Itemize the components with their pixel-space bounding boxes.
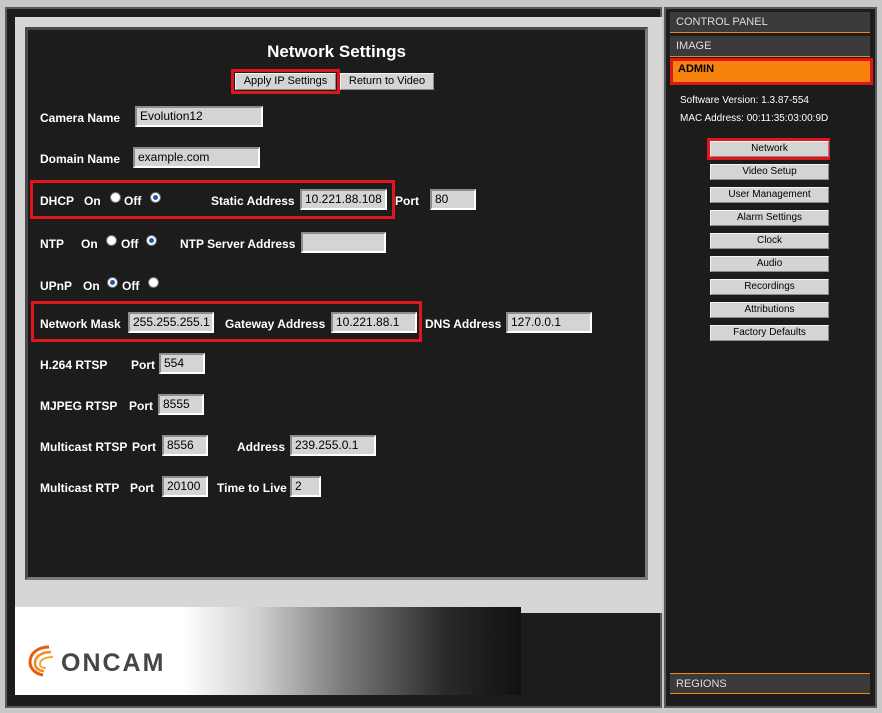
user-management-button[interactable]: User Management: [710, 187, 829, 203]
dhcp-off-radio[interactable]: [150, 192, 161, 203]
dhcp-label: DHCP: [40, 194, 75, 208]
dhcp-on-label: On: [84, 194, 101, 208]
multicast-rtsp-port-field[interactable]: 8556: [162, 435, 208, 456]
image-header[interactable]: IMAGE: [670, 36, 870, 57]
static-address-field[interactable]: 10.221.88.108: [300, 189, 387, 210]
video-setup-button[interactable]: Video Setup: [710, 164, 829, 180]
regions-header[interactable]: REGIONS: [670, 673, 870, 694]
mjpeg-rtsp-label: MJPEG RTSP: [40, 399, 118, 413]
network-button[interactable]: Network: [710, 141, 829, 157]
h264-port-label: Port: [131, 358, 155, 372]
dns-address-label: DNS Address: [425, 317, 502, 331]
return-to-video-button[interactable]: Return to Video: [340, 73, 434, 90]
multicast-rtsp-label: Multicast RTSP: [40, 440, 128, 454]
control-panel-header[interactable]: CONTROL PANEL: [670, 12, 870, 33]
multicast-address-label: Address: [237, 440, 286, 454]
multicast-address-field[interactable]: 239.255.0.1: [290, 435, 376, 456]
mac-address: MAC Address: 00:11:35:03:00:9D: [680, 113, 829, 124]
upnp-off-radio[interactable]: [148, 277, 159, 288]
network-mask-label: Network Mask: [40, 317, 121, 331]
network-mask-field[interactable]: 255.255.255.1: [128, 312, 214, 333]
dns-address-field[interactable]: 127.0.0.1: [506, 312, 592, 333]
apply-ip-settings-button[interactable]: Apply IP Settings: [235, 73, 336, 90]
clock-button[interactable]: Clock: [710, 233, 829, 249]
multicast-rtp-port-label: Port: [130, 481, 154, 495]
time-to-live-label: Time to Live: [217, 481, 287, 495]
static-address-label: Static Address: [211, 194, 295, 208]
domain-name-label: Domain Name: [40, 152, 121, 166]
upnp-on-radio[interactable]: [107, 277, 118, 288]
settings-container: Network Settings Apply IP Settings Retur…: [15, 17, 662, 613]
time-to-live-field[interactable]: 2: [290, 476, 321, 497]
alarm-settings-button[interactable]: Alarm Settings: [710, 210, 829, 226]
gateway-address-field[interactable]: 10.221.88.1: [331, 312, 417, 333]
multicast-rtp-port-field[interactable]: 20100: [162, 476, 208, 497]
page-title: Network Settings: [267, 42, 406, 61]
recordings-button[interactable]: Recordings: [710, 279, 829, 295]
factory-defaults-button[interactable]: Factory Defaults: [710, 325, 829, 341]
camera-name-field[interactable]: Evolution12: [135, 106, 263, 127]
dhcp-on-radio[interactable]: [110, 192, 121, 203]
oncam-logo-icon: [28, 645, 54, 677]
ntp-label: NTP: [40, 237, 64, 251]
admin-header[interactable]: ADMIN: [670, 58, 873, 85]
multicast-rtsp-port-label: Port: [132, 440, 156, 454]
ntp-on-label: On: [81, 237, 98, 251]
dhcp-off-label: Off: [124, 194, 142, 208]
camera-name-label: Camera Name: [40, 111, 121, 125]
mjpeg-port-label: Port: [129, 399, 153, 413]
ntp-off-radio[interactable]: [146, 235, 157, 246]
gateway-address-label: Gateway Address: [225, 317, 326, 331]
multicast-rtp-label: Multicast RTP: [40, 481, 120, 495]
ntp-off-label: Off: [121, 237, 139, 251]
upnp-on-label: On: [83, 279, 100, 293]
h264-rtsp-label: H.264 RTSP: [40, 358, 108, 372]
audio-button[interactable]: Audio: [710, 256, 829, 272]
software-version: Software Version: 1.3.87-554: [680, 95, 809, 106]
mjpeg-port-field[interactable]: 8555: [158, 394, 204, 415]
ntp-on-radio[interactable]: [106, 235, 117, 246]
oncam-logo-text: ONCAM: [61, 649, 166, 677]
port-label: Port: [395, 194, 419, 208]
network-settings-panel: Network Settings Apply IP Settings Retur…: [25, 27, 648, 580]
sidebar: CONTROL PANEL IMAGE ADMIN Software Versi…: [664, 7, 877, 708]
domain-name-field[interactable]: example.com: [133, 147, 260, 168]
attributions-button[interactable]: Attributions: [710, 302, 829, 318]
upnp-off-label: Off: [122, 279, 140, 293]
http-port-field[interactable]: 80: [430, 189, 476, 210]
h264-port-field[interactable]: 554: [159, 353, 205, 374]
main-frame: Network Settings Apply IP Settings Retur…: [5, 7, 662, 708]
logo-banner: ONCAM: [15, 607, 521, 695]
ntp-server-address-label: NTP Server Address: [180, 237, 296, 251]
upnp-label: UPnP: [40, 279, 73, 293]
ntp-server-address-field[interactable]: [301, 232, 386, 253]
